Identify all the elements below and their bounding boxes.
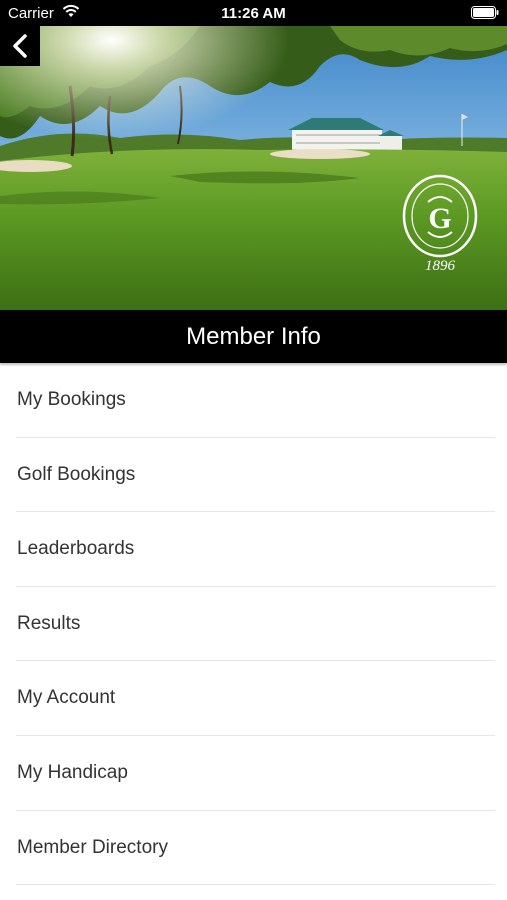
- menu-item-label: Member Directory: [17, 836, 168, 858]
- back-button[interactable]: [0, 26, 40, 66]
- menu-item-member-directory[interactable]: Member Directory: [0, 811, 507, 886]
- menu-item-label: My Account: [17, 687, 116, 709]
- menu-item-label: Golf Bookings: [17, 463, 136, 485]
- svg-text:G: G: [428, 202, 451, 235]
- menu-item-my-handicap[interactable]: My Handicap: [0, 736, 507, 811]
- page-title: Member Info: [186, 322, 321, 350]
- menu-item-results[interactable]: Results: [0, 587, 507, 662]
- status-time: 11:26 AM: [221, 5, 286, 22]
- menu-item-my-account[interactable]: My Account: [0, 661, 507, 736]
- menu-item-my-bookings[interactable]: My Bookings: [0, 363, 507, 438]
- club-logo: G 1896: [402, 174, 478, 272]
- menu-item-label: Results: [17, 612, 81, 634]
- hero-image: G 1896: [0, 26, 507, 310]
- menu-item-leaderboards[interactable]: Leaderboards: [0, 512, 507, 587]
- logo-year: 1896: [425, 258, 456, 272]
- menu-item-golf-bookings[interactable]: Golf Bookings: [0, 438, 507, 513]
- member-menu-list: My Bookings Golf Bookings Leaderboards R…: [0, 363, 507, 886]
- divider: [16, 884, 495, 886]
- status-bar: Carrier 11:26 AM: [0, 0, 507, 26]
- battery-icon: [471, 6, 499, 19]
- menu-item-label: Leaderboards: [17, 538, 135, 560]
- page-title-bar: Member Info: [0, 310, 507, 363]
- menu-item-label: My Handicap: [17, 761, 128, 783]
- chevron-left-icon: [13, 34, 27, 58]
- menu-item-label: My Bookings: [17, 389, 126, 410]
